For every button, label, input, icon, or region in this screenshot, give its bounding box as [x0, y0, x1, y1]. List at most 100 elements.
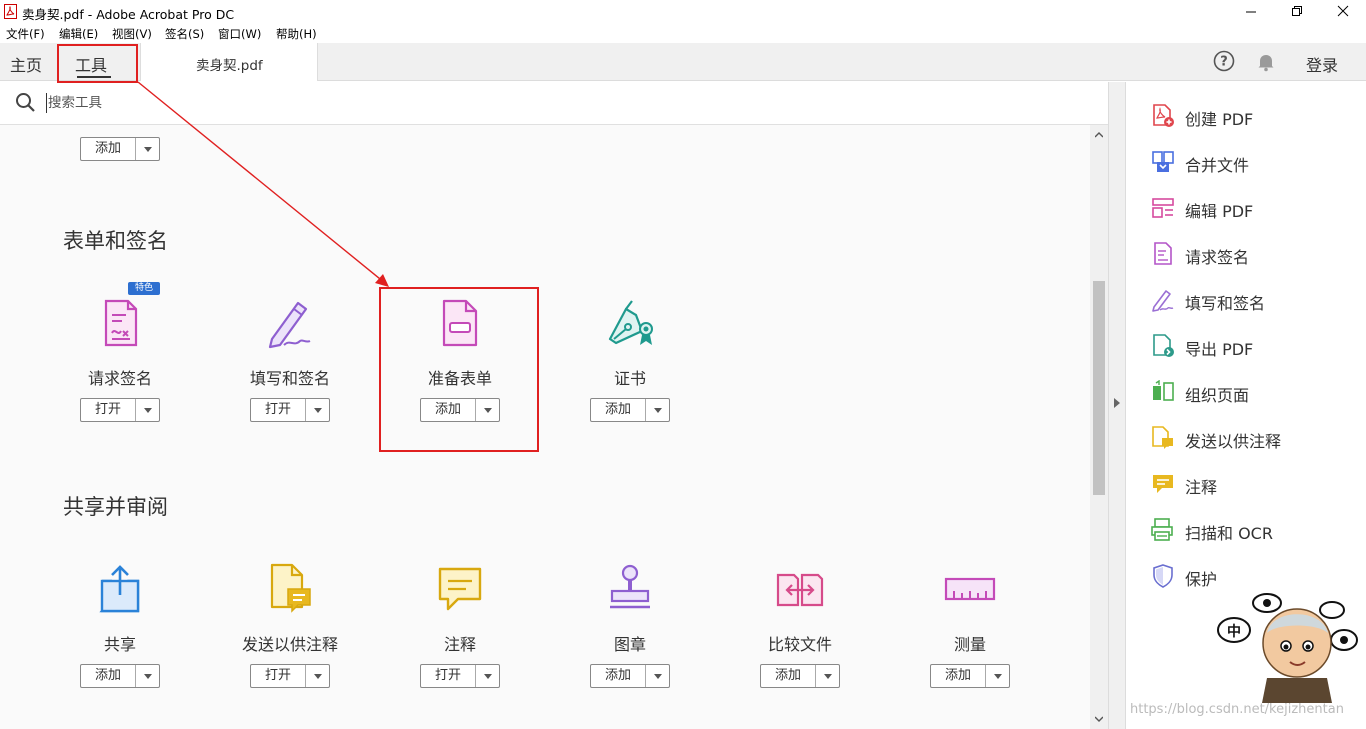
tab-document-label: 卖身契.pdf — [196, 58, 263, 74]
title-bar: 卖身契.pdf - Adobe Acrobat Pro DC — [0, 0, 1366, 23]
scan-ocr-icon — [1151, 518, 1173, 541]
add-button[interactable]: 添加 — [590, 664, 670, 688]
tool-stamp[interactable]: 图章 添加 — [545, 561, 715, 721]
mascot-sticker: 中 — [1217, 593, 1358, 703]
rp-combine-files[interactable]: 合并文件 — [1127, 140, 1366, 180]
tool-request-signature[interactable]: 请求签名 打开 — [35, 295, 205, 455]
restore-icon — [1292, 6, 1302, 16]
export-pdf-icon — [1153, 334, 1174, 357]
rp-edit-pdf[interactable]: 编辑 PDF — [1127, 186, 1366, 226]
chevron-down-icon[interactable] — [647, 665, 669, 687]
rp-scan-ocr[interactable]: 扫描和 OCR — [1127, 508, 1366, 548]
open-button[interactable]: 打开 — [80, 398, 160, 422]
add-button[interactable]: 添加 — [80, 664, 160, 688]
rp-export-pdf[interactable]: 导出 PDF — [1127, 324, 1366, 364]
rp-label: 注释 — [1185, 478, 1218, 497]
scroll-thumb[interactable] — [1093, 281, 1105, 495]
menu-view[interactable]: 视图(V) — [112, 26, 152, 42]
section-title-forms: 表单和签名 — [63, 229, 168, 253]
vertical-scrollbar[interactable] — [1090, 125, 1108, 729]
close-button[interactable] — [1320, 0, 1366, 23]
tools-center: 添加 表单和签名 特色 请求签名 打开 填写和签名 打开 准备表单 添加 证书 … — [0, 125, 1090, 729]
comment-icon — [438, 567, 482, 611]
search-input[interactable] — [46, 93, 446, 113]
open-button[interactable]: 打开 — [250, 664, 330, 688]
menu-sign[interactable]: 签名(S) — [165, 26, 204, 42]
chevron-down-icon[interactable] — [477, 665, 499, 687]
menu-window[interactable]: 窗口(W) — [218, 26, 261, 42]
open-button-label: 打开 — [81, 399, 136, 421]
top-tool-add-button[interactable]: 添加 — [80, 137, 160, 161]
help-icon[interactable]: ? — [1213, 50, 1237, 74]
fill-sign-icon — [268, 301, 311, 349]
menu-file[interactable]: 文件(F) — [6, 26, 45, 42]
restore-button[interactable] — [1274, 0, 1320, 23]
tool-send-for-comments[interactable]: 发送以供注释 打开 — [205, 561, 375, 721]
tool-certificate[interactable]: 证书 添加 — [545, 295, 715, 455]
tool-label: 注释 — [443, 635, 476, 654]
protect-icon — [1153, 564, 1173, 588]
login-button[interactable]: 登录 — [1306, 52, 1338, 76]
chevron-down-icon[interactable] — [647, 399, 669, 421]
minimize-button[interactable] — [1228, 0, 1274, 23]
add-button[interactable]: 添加 — [760, 664, 840, 688]
measure-icon — [944, 577, 996, 601]
svg-text:?: ? — [1220, 55, 1228, 70]
compare-icon — [776, 573, 824, 607]
add-button-label: 添加 — [761, 665, 816, 687]
tool-label: 共享 — [103, 635, 136, 654]
request-signature-icon — [104, 299, 138, 347]
chevron-down-icon[interactable] — [987, 665, 1009, 687]
rp-label: 发送以供注释 — [1185, 432, 1282, 451]
certificate-icon — [608, 300, 653, 345]
bell-icon[interactable] — [1256, 52, 1276, 72]
tool-compare-files[interactable]: 比较文件 添加 — [715, 561, 885, 721]
rp-create-pdf[interactable]: 创建 PDF — [1127, 94, 1366, 134]
chevron-down-icon[interactable] — [307, 665, 329, 687]
close-icon — [1337, 5, 1349, 17]
tool-comment[interactable]: 注释 打开 — [375, 561, 545, 721]
open-button-label: 打开 — [421, 665, 476, 687]
rp-comment[interactable]: 注释 — [1127, 462, 1366, 502]
rp-label: 扫描和 OCR — [1185, 524, 1273, 543]
rp-send-for-comments[interactable]: 发送以供注释 — [1127, 416, 1366, 456]
tab-bar: 主页 工具 卖身契.pdf — [0, 43, 1366, 81]
add-button[interactable]: 添加 — [930, 664, 1010, 688]
top-tool-add-label: 添加 — [81, 138, 136, 160]
tool-label: 测量 — [953, 635, 986, 654]
window-title: 卖身契.pdf - Adobe Acrobat Pro DC — [22, 7, 235, 22]
chevron-down-icon[interactable] — [137, 138, 159, 160]
rp-organize-pages[interactable]: 组织页面 — [1127, 370, 1366, 410]
create-pdf-icon — [1153, 104, 1174, 127]
open-button[interactable]: 打开 — [420, 664, 500, 688]
add-button-label: 添加 — [931, 665, 986, 687]
tab-document[interactable]: 卖身契.pdf — [140, 43, 318, 81]
tool-fill-sign[interactable]: 填写和签名 打开 — [205, 295, 375, 455]
menu-help[interactable]: 帮助(H) — [276, 26, 317, 42]
chevron-down-icon[interactable] — [307, 399, 329, 421]
open-button-label: 打开 — [251, 665, 306, 687]
right-panel-toggle[interactable] — [1108, 82, 1126, 729]
tool-measure[interactable]: 测量 添加 — [885, 561, 1055, 721]
rp-label: 保护 — [1185, 570, 1218, 589]
menu-edit[interactable]: 编辑(E) — [59, 26, 98, 42]
featured-badge: 特色 — [128, 282, 160, 295]
tool-share[interactable]: 共享 添加 — [35, 561, 205, 721]
chevron-down-icon[interactable] — [137, 399, 159, 421]
rp-label: 组织页面 — [1185, 386, 1250, 405]
open-button[interactable]: 打开 — [250, 398, 330, 422]
scroll-up-icon[interactable] — [1095, 131, 1103, 139]
menu-bar: 文件(F) 编辑(E) 视图(V) 签名(S) 窗口(W) 帮助(H) — [0, 23, 1366, 43]
add-button-label: 添加 — [591, 665, 646, 687]
chevron-right-icon[interactable] — [1114, 398, 1120, 408]
chevron-down-icon[interactable] — [817, 665, 839, 687]
tool-label: 发送以供注释 — [241, 635, 338, 654]
rp-fill-sign[interactable]: 填写和签名 — [1127, 278, 1366, 318]
add-button[interactable]: 添加 — [590, 398, 670, 422]
minimize-icon — [1246, 11, 1256, 13]
rp-request-signature[interactable]: 请求签名 — [1127, 232, 1366, 272]
chevron-down-icon[interactable] — [137, 665, 159, 687]
edit-pdf-icon — [1152, 198, 1174, 218]
scroll-down-icon[interactable] — [1095, 715, 1103, 723]
tab-home[interactable]: 主页 — [10, 52, 42, 76]
